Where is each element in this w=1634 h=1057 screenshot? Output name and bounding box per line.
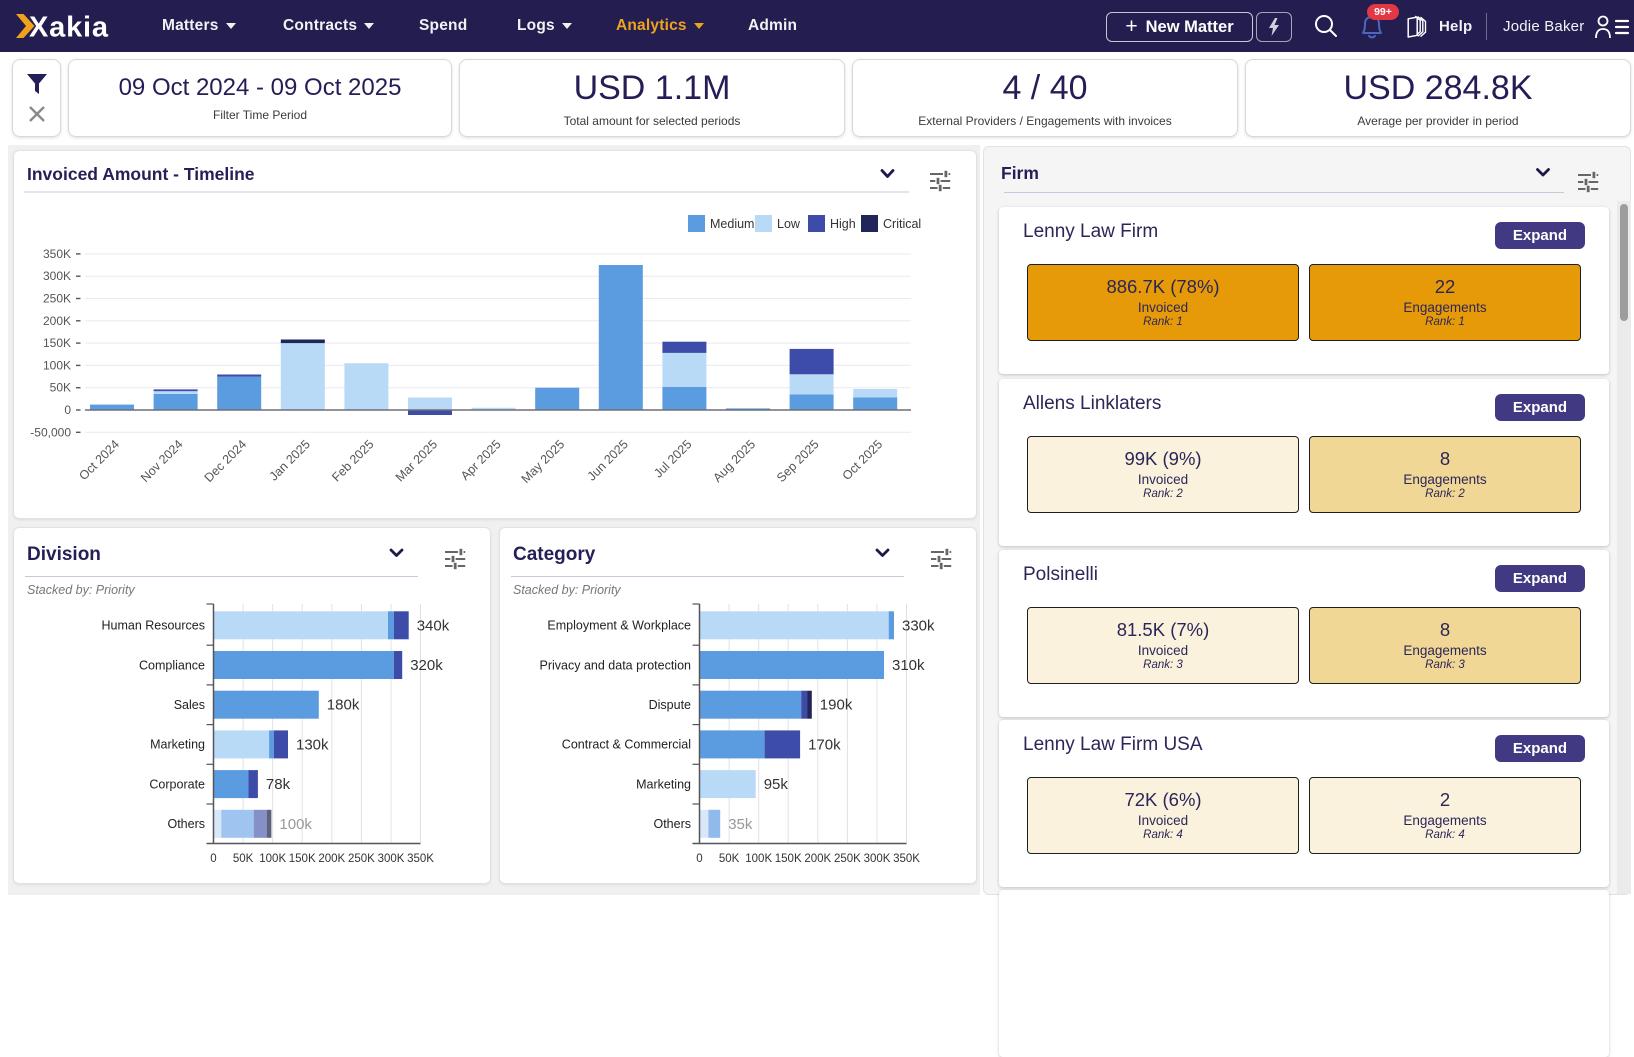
svg-text:200K: 200K (804, 853, 831, 865)
svg-text:300K: 300K (378, 853, 405, 865)
svg-text:Invoiced Amount - Timeline: Invoiced Amount - Timeline (27, 164, 255, 184)
svg-text:350K: 350K (407, 853, 434, 865)
svg-text:Feb 2025: Feb 2025 (329, 437, 376, 484)
svg-text:78k: 78k (266, 776, 291, 793)
svg-text:190k: 190k (820, 697, 853, 714)
svg-text:250K: 250K (834, 853, 861, 865)
svg-text:Corporate: Corporate (149, 777, 205, 791)
svg-text:300K: 300K (43, 269, 71, 283)
svg-text:Apr 2025: Apr 2025 (458, 437, 504, 483)
svg-text:0: 0 (64, 403, 71, 417)
svg-text:Compliance: Compliance (139, 658, 205, 672)
svg-text:35k: 35k (728, 816, 753, 833)
svg-text:50K: 50K (233, 853, 254, 865)
svg-text:100k: 100k (279, 816, 312, 833)
svg-text:Critical: Critical (883, 217, 921, 231)
svg-text:200K: 200K (43, 314, 71, 328)
svg-text:170k: 170k (808, 736, 841, 753)
svg-text:Sales: Sales (174, 698, 205, 712)
svg-text:Aug 2025: Aug 2025 (710, 437, 758, 485)
svg-text:Xakia: Xakia (29, 12, 109, 42)
svg-text:Sep 2025: Sep 2025 (774, 437, 822, 485)
svg-text:Contract & Commercial: Contract & Commercial (562, 738, 691, 752)
svg-text:-50,000: -50,000 (30, 425, 71, 439)
svg-text:100K: 100K (43, 358, 71, 372)
svg-text:320k: 320k (410, 657, 443, 674)
svg-text:Dispute: Dispute (649, 698, 691, 712)
svg-text:Jun 2025: Jun 2025 (585, 437, 631, 483)
svg-text:Low: Low (777, 217, 801, 231)
svg-text:330k: 330k (902, 617, 935, 634)
svg-text:Oct 2024: Oct 2024 (76, 437, 122, 483)
svg-text:95k: 95k (764, 776, 789, 793)
svg-text:300K: 300K (864, 853, 891, 865)
svg-text:Oct 2025: Oct 2025 (840, 437, 886, 483)
svg-text:Nov 2024: Nov 2024 (138, 437, 186, 485)
svg-text:Others: Others (167, 817, 205, 831)
svg-text:250K: 250K (43, 292, 71, 306)
svg-text:150K: 150K (289, 853, 316, 865)
svg-text:50K: 50K (719, 853, 740, 865)
svg-text:310k: 310k (892, 657, 925, 674)
svg-text:Privacy and data protection: Privacy and data protection (540, 658, 692, 672)
svg-text:Human Resources: Human Resources (101, 619, 205, 633)
svg-text:0: 0 (210, 853, 216, 865)
svg-text:Stacked by: Priority: Stacked by: Priority (513, 583, 621, 597)
svg-text:Marketing: Marketing (636, 777, 691, 791)
svg-text:130k: 130k (296, 736, 329, 753)
svg-text:150K: 150K (775, 853, 802, 865)
svg-text:Category: Category (513, 544, 596, 565)
svg-text:250K: 250K (348, 853, 375, 865)
svg-text:Marketing: Marketing (150, 738, 205, 752)
svg-text:Employment & Workplace: Employment & Workplace (547, 619, 691, 633)
svg-text:Jan 2025: Jan 2025 (267, 437, 313, 483)
svg-text:100K: 100K (745, 853, 772, 865)
svg-text:Others: Others (653, 817, 691, 831)
svg-text:Stacked by: Priority: Stacked by: Priority (27, 583, 135, 597)
svg-text:340k: 340k (417, 617, 450, 634)
svg-text:180k: 180k (327, 697, 360, 714)
svg-text:May 2025: May 2025 (519, 437, 568, 486)
svg-text:Medium: Medium (710, 217, 754, 231)
svg-text:200K: 200K (318, 853, 345, 865)
svg-text:350K: 350K (43, 247, 71, 261)
svg-text:50K: 50K (50, 381, 71, 395)
svg-text:Mar 2025: Mar 2025 (393, 437, 440, 484)
svg-text:High: High (830, 217, 856, 231)
svg-text:150K: 150K (43, 336, 71, 350)
svg-text:350K: 350K (893, 853, 920, 865)
svg-text:Jul 2025: Jul 2025 (651, 437, 694, 480)
svg-text:100K: 100K (259, 853, 286, 865)
svg-text:Dec 2024: Dec 2024 (202, 437, 250, 485)
svg-text:0: 0 (696, 853, 702, 865)
svg-text:Division: Division (27, 544, 101, 565)
